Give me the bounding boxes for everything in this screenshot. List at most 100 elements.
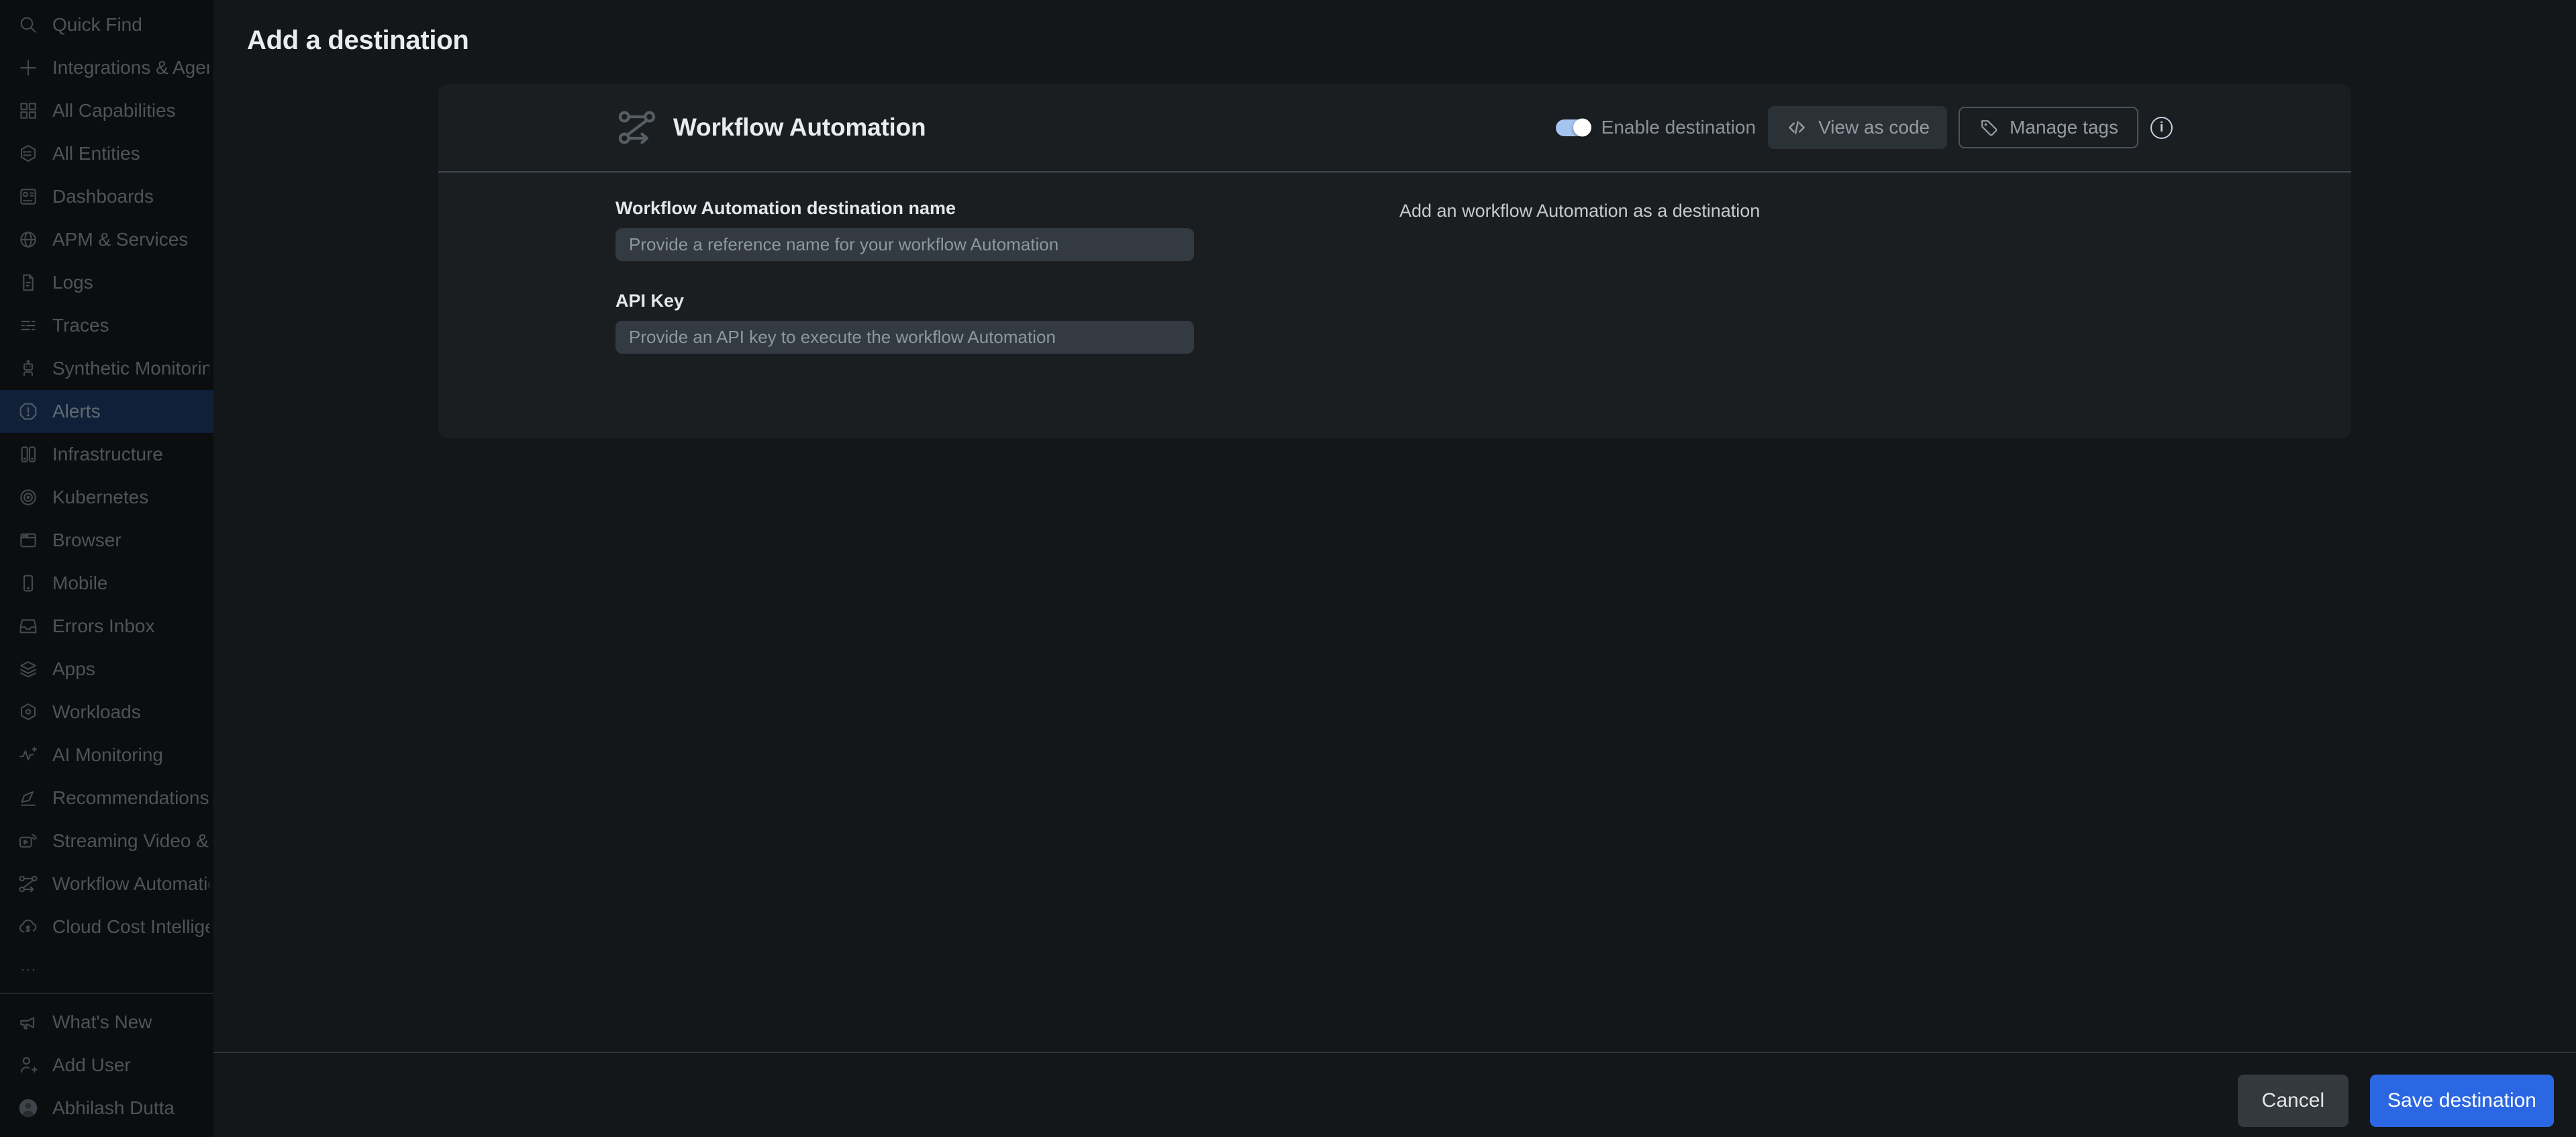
code-icon [1785,116,1808,139]
api-key-input[interactable] [615,321,1194,354]
sidebar-item-kubernetes[interactable]: Kubernetes [0,476,213,519]
info-glyph: i [2160,120,2164,136]
sidebar-item-label: Errors Inbox [52,615,155,637]
document-icon [17,272,39,293]
sidebar-item-whats-new[interactable]: What's New [0,1001,213,1044]
sidebar-item-quick-find[interactable]: Quick Find [0,3,213,46]
cancel-button[interactable]: Cancel [2238,1075,2348,1127]
destination-card-body: Workflow Automation destination name API… [438,172,2351,354]
sidebar-item-label: Integrations & Agents [52,57,209,79]
sidebar-item-label: All Entities [52,143,140,164]
sidebar-item-traces[interactable]: Traces [0,304,213,347]
sidebar-item-apps[interactable]: Apps [0,648,213,691]
name-field-group: Workflow Automation destination name [615,198,1194,261]
api-key-field-label: API Key [615,291,1194,311]
page-title: Add a destination [247,26,468,56]
sidebar-item-all-entities[interactable]: All Entities [0,132,213,175]
sidebar: Quick Find Integrations & Agents All Capab… [0,0,213,1137]
sidebar-item-label: Kubernetes [52,487,148,508]
sidebar-item-label: Add User [52,1054,131,1076]
alert-octagon-icon [17,401,39,422]
inbox-icon [17,615,39,637]
layers-icon [17,658,39,680]
sidebar-item-label: Streaming Video & Ads [52,830,209,852]
sidebar-item-recommendations[interactable]: Recommendations [0,777,213,820]
sidebar-item-label: Quick Find [52,14,142,36]
sidebar-item-errors-inbox[interactable]: Errors Inbox [0,605,213,648]
video-stream-icon [17,830,39,852]
sidebar-item-label: All Capabilities [52,100,176,121]
main-content: Add a destination Workflow Automation En… [213,0,2576,1137]
workflow-icon [17,873,39,895]
destination-name-input[interactable] [615,228,1194,261]
view-as-code-label: View as code [1818,117,1930,138]
target-icon [17,487,39,508]
sidebar-item-user-profile[interactable]: Abhilash Dutta [0,1087,213,1130]
workflow-automation-icon [615,106,658,149]
sidebar-item-synthetic-monitoring[interactable]: Synthetic Monitoring [0,347,213,390]
sidebar-item-label: Recommendations [52,787,209,809]
name-field-label: Workflow Automation destination name [615,198,1194,219]
trace-lines-icon [17,315,39,336]
destination-card-header: Workflow Automation Enable destination V… [438,84,2351,172]
save-destination-button[interactable]: Save destination [2370,1075,2554,1127]
sidebar-item-logs[interactable]: Logs [0,261,213,304]
destination-card: Workflow Automation Enable destination V… [438,84,2351,438]
servers-icon [17,444,39,465]
sidebar-item-browser[interactable]: Browser [0,519,213,562]
card-title: Workflow Automation [673,113,926,142]
sidebar-item-ai-monitoring[interactable]: AI Monitoring [0,734,213,777]
sidebar-item-label: Browser [52,530,121,551]
sidebar-item-label: Mobile [52,573,107,594]
pen-icon [17,787,39,809]
globe-icon [17,229,39,250]
sidebar-item-streaming-video[interactable]: Streaming Video & Ads [0,820,213,862]
pulse-icon [17,744,39,766]
sidebar-item-workflow-automation[interactable]: Workflow Automation [0,862,213,905]
tag-icon [1979,117,1999,138]
sidebar-item-apm-services[interactable]: APM & Services [0,218,213,261]
sidebar-item-label: AI Monitoring [52,744,163,766]
sidebar-item-alerts[interactable]: Alerts [0,390,213,433]
sidebar-item-infrastructure[interactable]: Infrastructure [0,433,213,476]
app-root: { "app": { "page_title": "Add a destinat… [0,0,2576,1137]
sidebar-item-add-user[interactable]: Add User [0,1044,213,1087]
plus-icon [17,57,39,79]
destination-helper-text: Add an workflow Automation as a destinat… [1399,201,1760,221]
hexagon-dot-icon [17,701,39,723]
info-icon[interactable]: i [2150,117,2173,139]
sidebar-item-label: Logs [52,272,93,293]
cloud-dollar-icon [17,916,39,938]
manage-tags-button[interactable]: Manage tags [1959,107,2138,148]
sidebar-divider [0,993,213,994]
sidebar-item-label: APM & Services [52,229,188,250]
sidebar-item-label: Dashboards [52,186,154,207]
view-as-code-button[interactable]: View as code [1768,106,1947,149]
robot-icon [17,358,39,379]
sidebar-item-label: Synthetic Monitoring [52,358,209,379]
sidebar-item-all-capabilities[interactable]: All Capabilities [0,89,213,132]
browser-window-icon [17,530,39,551]
sidebar-item-integrations-agents[interactable]: Integrations & Agents [0,46,213,89]
sidebar-item-workloads[interactable]: Workloads [0,691,213,734]
footer-action-bar: Cancel Save destination [213,1052,2576,1137]
mobile-phone-icon [17,573,39,594]
enable-destination-toggle[interactable] [1556,119,1591,136]
megaphone-icon [17,1011,39,1033]
person-plus-icon [17,1054,39,1076]
sidebar-nav: Quick Find Integrations & Agents All Capab… [0,0,213,991]
sidebar-footer-nav: What's New Add User Abhilash Dutta [0,1001,213,1130]
sidebar-item-label: What's New [52,1011,152,1033]
sidebar-item-dashboards[interactable]: Dashboards [0,175,213,218]
sidebar-item-cloud-cost-intelligence[interactable]: Cloud Cost Intelligence [0,905,213,948]
hexagon-list-icon [17,143,39,164]
sidebar-item-label: Alerts [52,401,101,422]
manage-tags-label: Manage tags [2010,117,2118,138]
sidebar-item-more[interactable] [0,948,213,991]
sidebar-item-label: Cloud Cost Intelligence [52,916,209,938]
sidebar-item-label: Apps [52,658,95,680]
search-icon [17,14,39,36]
sidebar-item-mobile[interactable]: Mobile [0,562,213,605]
sidebar-item-label: Workloads [52,701,141,723]
ellipsis-icon [17,959,39,981]
